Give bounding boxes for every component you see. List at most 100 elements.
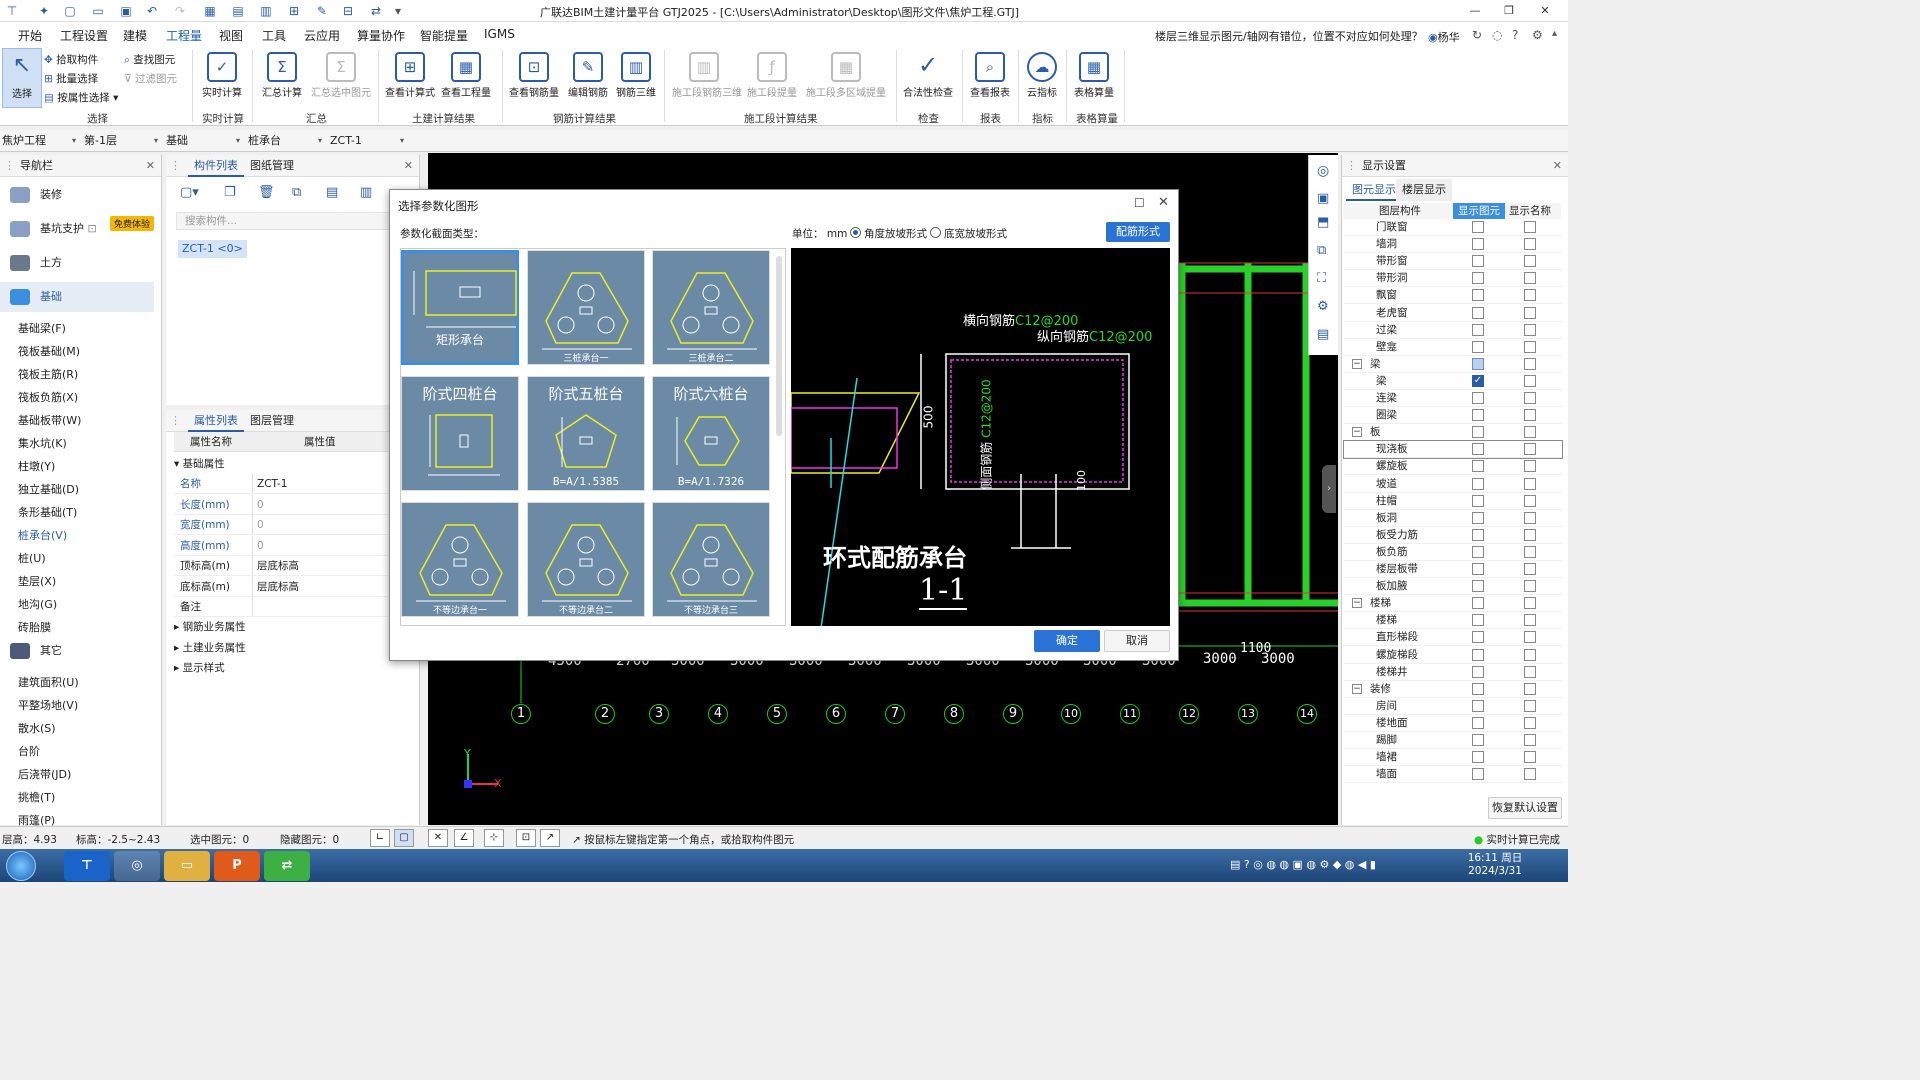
nav-item[interactable]: 独立基础(D) — [18, 481, 79, 497]
property-row[interactable]: 顶标高(m) 层底标高 — [174, 556, 388, 576]
show-name-checkbox[interactable] — [1524, 665, 1536, 678]
show-element-checkbox[interactable] — [1472, 221, 1484, 233]
show-name-checkbox[interactable] — [1524, 494, 1536, 507]
show-name-checkbox[interactable] — [1524, 648, 1536, 661]
start-button[interactable] — [6, 851, 36, 881]
rebar-3d-button[interactable]: ▥ 钢筋三维 — [610, 48, 662, 108]
show-name-checkbox[interactable] — [1524, 289, 1536, 302]
show-element-checkbox[interactable] — [1472, 768, 1484, 781]
show-name-checkbox[interactable] — [1524, 238, 1536, 251]
show-element-checkbox[interactable] — [1472, 238, 1484, 251]
show-element-checkbox[interactable] — [1472, 357, 1484, 370]
help-icon[interactable]: ? — [1512, 28, 1518, 42]
radio-angle-slope-label[interactable]: 角度放坡形式 — [864, 226, 927, 241]
show-element-checkbox[interactable] — [1472, 460, 1484, 473]
prop-section[interactable]: ▸ 土建业务属性 — [174, 640, 246, 655]
user-name[interactable]: ◉杨华 — [1428, 29, 1460, 45]
show-name-checkbox[interactable] — [1524, 357, 1536, 370]
display-row[interactable]: 板受力筋 — [1344, 527, 1562, 544]
property-row[interactable]: 底标高(m) 层底标高 — [174, 576, 388, 597]
drag-handle-icon[interactable]: ⋮ — [4, 155, 15, 177]
property-row[interactable]: 宽度(mm) 0 — [174, 515, 388, 535]
property-value[interactable]: 0 — [252, 535, 388, 555]
qa-more-icon[interactable]: ▾ — [390, 3, 406, 19]
nav-item[interactable]: 筏板基础(M) — [18, 343, 80, 359]
taskbar-pdf-app[interactable]: P — [214, 851, 260, 881]
show-element-checkbox[interactable] — [1472, 340, 1484, 353]
view-3d-icon[interactable]: ◎ — [1317, 163, 1329, 179]
delete-icon[interactable]: 🗑 — [258, 185, 275, 200]
shape-thumbnail[interactable]: 不等边承台二 — [527, 502, 645, 617]
show-element-checkbox[interactable] — [1472, 734, 1484, 746]
property-value[interactable]: 层底标高 — [252, 576, 388, 596]
property-value[interactable]: 层底标高 — [252, 556, 388, 575]
property-row[interactable]: 名称 ZCT-1 — [174, 474, 388, 494]
display-row[interactable]: 梁 ✓ — [1344, 373, 1562, 390]
show-name-checkbox[interactable] — [1524, 545, 1536, 558]
show-element-checkbox[interactable] — [1472, 511, 1484, 524]
nav-item[interactable]: 砖胎膜 — [18, 619, 51, 635]
display-row[interactable]: 直形梯段 — [1344, 629, 1562, 647]
show-element-checkbox[interactable] — [1472, 272, 1484, 285]
show-element-checkbox[interactable] — [1472, 716, 1484, 729]
nav-cat-foundation[interactable]: 基础 — [0, 282, 154, 312]
legality-check-button[interactable]: ✓ 合法性检查 — [900, 48, 956, 108]
menu-collab[interactable]: 算量协作 — [357, 27, 405, 44]
show-element-checkbox[interactable] — [1472, 597, 1484, 610]
display-row[interactable]: 墙洞 — [1344, 236, 1562, 254]
taskbar-gtj-app[interactable]: ⊤ — [64, 851, 110, 881]
show-name-checkbox[interactable] — [1524, 340, 1536, 353]
property-row[interactable]: 备注 — [174, 597, 388, 617]
show-name-checkbox[interactable] — [1524, 699, 1536, 712]
settings-icon[interactable]: ⚙ — [1532, 28, 1543, 42]
menu-smart[interactable]: 智能提量 — [420, 27, 468, 44]
display-row[interactable]: 楼梯 — [1344, 612, 1562, 630]
free-trial-badge[interactable]: 免费体验 — [110, 216, 155, 231]
floor-select[interactable]: 第-1层 ▾ — [82, 132, 162, 150]
show-element-checkbox[interactable] — [1472, 306, 1484, 319]
nav-item[interactable]: 地沟(G) — [18, 596, 57, 612]
display-row[interactable]: 板加腋 — [1344, 578, 1562, 596]
display-row[interactable]: 过梁 — [1344, 322, 1562, 339]
component-item-zct1[interactable]: ZCT-1 <0> — [178, 240, 247, 258]
property-value[interactable]: 0 — [252, 515, 388, 534]
menu-view[interactable]: 视图 — [219, 27, 243, 44]
filter-element-button[interactable]: ⊽ 过滤图元 — [124, 71, 177, 86]
component-select[interactable]: ZCT-1 ▾ — [328, 132, 408, 150]
show-name-checkbox[interactable] — [1524, 323, 1536, 336]
shape-thumbnail[interactable]: 三桩承台一 — [527, 250, 645, 365]
display-row[interactable]: 螺旋板 — [1344, 458, 1562, 476]
qa-tool2-icon[interactable]: ▤ — [230, 3, 246, 19]
display-row[interactable]: 门联窗 — [1344, 219, 1562, 236]
cross-icon[interactable]: ✕ — [428, 829, 448, 847]
type-select[interactable]: 桩承台 ▾ — [246, 132, 326, 150]
display-row[interactable]: 螺旋梯段 — [1344, 647, 1562, 664]
nav-item[interactable]: 桩承台(V) — [18, 527, 67, 543]
property-row[interactable]: 长度(mm) 0 — [174, 494, 388, 515]
display-row[interactable]: − 板 — [1344, 424, 1562, 442]
drag-handle-icon[interactable]: ⋮ — [170, 155, 181, 177]
tab-floor-display[interactable]: 楼层显示 — [1396, 179, 1452, 201]
qa-tool4-icon[interactable]: ⊟ — [340, 3, 356, 19]
menu-quantity[interactable]: 工程量 — [166, 27, 203, 48]
restore-default-button[interactable]: 恢复默认设置 — [1488, 797, 1562, 819]
display-row[interactable]: 墙面 — [1344, 766, 1562, 784]
show-element-checkbox[interactable] — [1472, 751, 1484, 764]
display-row[interactable]: 带形窗 — [1344, 253, 1562, 271]
restore-icon[interactable]: ❐ — [1494, 2, 1524, 20]
table-calc-button[interactable]: ▦ 表格算量 — [1068, 48, 1120, 108]
redo-icon[interactable]: ↷ — [172, 3, 188, 19]
show-element-checkbox[interactable] — [1472, 289, 1484, 302]
import-icon[interactable]: ▤ — [326, 185, 338, 200]
show-name-checkbox[interactable] — [1524, 374, 1536, 387]
show-name-checkbox[interactable] — [1524, 477, 1536, 490]
drag-handle-icon[interactable]: ⋮ — [1346, 155, 1357, 177]
close-window-icon[interactable]: ✕ — [1530, 2, 1560, 20]
shape-thumbnail[interactable]: 不等边承台一 — [401, 502, 519, 617]
header-show-name[interactable]: 显示名称 — [1509, 203, 1551, 219]
display-row[interactable]: 板负筋 — [1344, 544, 1562, 561]
menu-modeling[interactable]: 建模 — [123, 27, 147, 44]
taskbar-explorer-app[interactable]: ▭ — [164, 851, 210, 881]
tab-drawing-mgmt[interactable]: 图纸管理 — [244, 155, 300, 177]
open-icon[interactable]: ▭ — [90, 3, 106, 19]
